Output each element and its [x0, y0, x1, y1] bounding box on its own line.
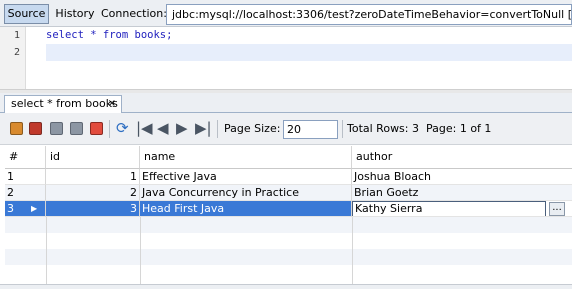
- tab-history[interactable]: History: [54, 4, 96, 24]
- line-number: 2: [13, 47, 20, 58]
- name-cell[interactable]: Java Concurrency in Practice: [140, 185, 352, 201]
- result-tab-label: select * from books: [11, 97, 118, 110]
- table-row[interactable]: 2 2 Java Concurrency in Practice Brian G…: [5, 185, 572, 201]
- table-row-selected[interactable]: 3 ▶ 3 Head First Java Kathy Sierra ...: [5, 201, 572, 217]
- next-page-icon[interactable]: ▶: [176, 119, 188, 137]
- line-number: 1: [13, 30, 20, 41]
- connection-combo[interactable]: jdbc:mysql://localhost:3306/test?zeroDat…: [166, 4, 572, 25]
- row-index-cell: 3 ▶: [5, 201, 46, 217]
- id-cell[interactable]: 3: [46, 201, 140, 217]
- connection-label: Connection:: [101, 7, 167, 20]
- column-guide: [140, 217, 141, 284]
- toolbar-separator: [217, 120, 218, 138]
- column-header-index[interactable]: #: [5, 146, 46, 169]
- truncate-icon[interactable]: [90, 122, 103, 135]
- page-size-input[interactable]: 20: [283, 120, 338, 139]
- name-cell[interactable]: Head First Java: [140, 201, 352, 217]
- results-grid[interactable]: # id name author 1 1 Effective Java Josh…: [5, 146, 572, 284]
- refresh-icon[interactable]: ⟳: [116, 119, 129, 137]
- last-page-icon[interactable]: ▶|: [195, 119, 212, 137]
- result-tab-strip: select * from books ×: [0, 93, 572, 113]
- first-page-icon[interactable]: |◀: [136, 119, 153, 137]
- empty-row: [5, 217, 572, 233]
- author-cell[interactable]: Brian Goetz: [352, 185, 572, 201]
- empty-row: [5, 265, 572, 281]
- id-cell[interactable]: 1: [46, 169, 140, 185]
- row-index: 3: [7, 202, 14, 215]
- bottom-bar: [0, 284, 572, 289]
- name-cell[interactable]: Effective Java: [140, 169, 352, 185]
- column-header-author[interactable]: author: [352, 146, 572, 169]
- row-index-cell: 1: [5, 169, 46, 185]
- row-index-cell: 2: [5, 185, 46, 201]
- commit-icon[interactable]: [50, 122, 63, 135]
- table-row[interactable]: 1 1 Effective Java Joshua Bloach: [5, 169, 572, 185]
- cancel-icon[interactable]: [70, 122, 83, 135]
- results-toolbar: ⟳ |◀ ◀ ▶ ▶| Page Size: 20 Total Rows: 3 …: [0, 113, 572, 145]
- id-cell[interactable]: 2: [46, 185, 140, 201]
- toolbar-separator: [342, 120, 343, 138]
- column-header-id[interactable]: id: [46, 146, 140, 169]
- result-tab[interactable]: select * from books ×: [4, 95, 122, 113]
- sql-text[interactable]: select * from books;: [46, 29, 172, 41]
- previous-page-icon[interactable]: ◀: [157, 119, 169, 137]
- delete-all-icon[interactable]: [29, 122, 42, 135]
- cell-editor-input[interactable]: Kathy Sierra: [352, 201, 546, 216]
- current-row-arrow-icon: ▶: [31, 204, 38, 213]
- column-guide: [46, 217, 47, 284]
- tab-source[interactable]: Source: [4, 4, 49, 24]
- cell-editor-ellipsis-button[interactable]: ...: [549, 202, 565, 216]
- page-size-label: Page Size:: [224, 122, 281, 135]
- sql-editor[interactable]: 1 2 select * from books;: [0, 27, 572, 93]
- editor-toolbar: Source History Connection: jdbc:mysql://…: [0, 0, 572, 27]
- column-guide: [352, 217, 353, 284]
- current-line-highlight: [46, 44, 572, 61]
- column-header-name[interactable]: name: [140, 146, 352, 169]
- line-number-gutter: 1 2: [0, 27, 26, 93]
- page-indicator: Page: 1 of 1: [426, 122, 492, 135]
- empty-row: [5, 249, 572, 265]
- empty-row: [5, 233, 572, 249]
- total-rows-label: Total Rows: 3: [347, 122, 419, 135]
- close-icon[interactable]: ×: [108, 96, 116, 112]
- insert-record-icon[interactable]: [10, 122, 23, 135]
- author-cell-editing[interactable]: Kathy Sierra ...: [352, 201, 572, 217]
- author-cell[interactable]: Joshua Bloach: [352, 169, 572, 185]
- toolbar-separator: [109, 120, 110, 138]
